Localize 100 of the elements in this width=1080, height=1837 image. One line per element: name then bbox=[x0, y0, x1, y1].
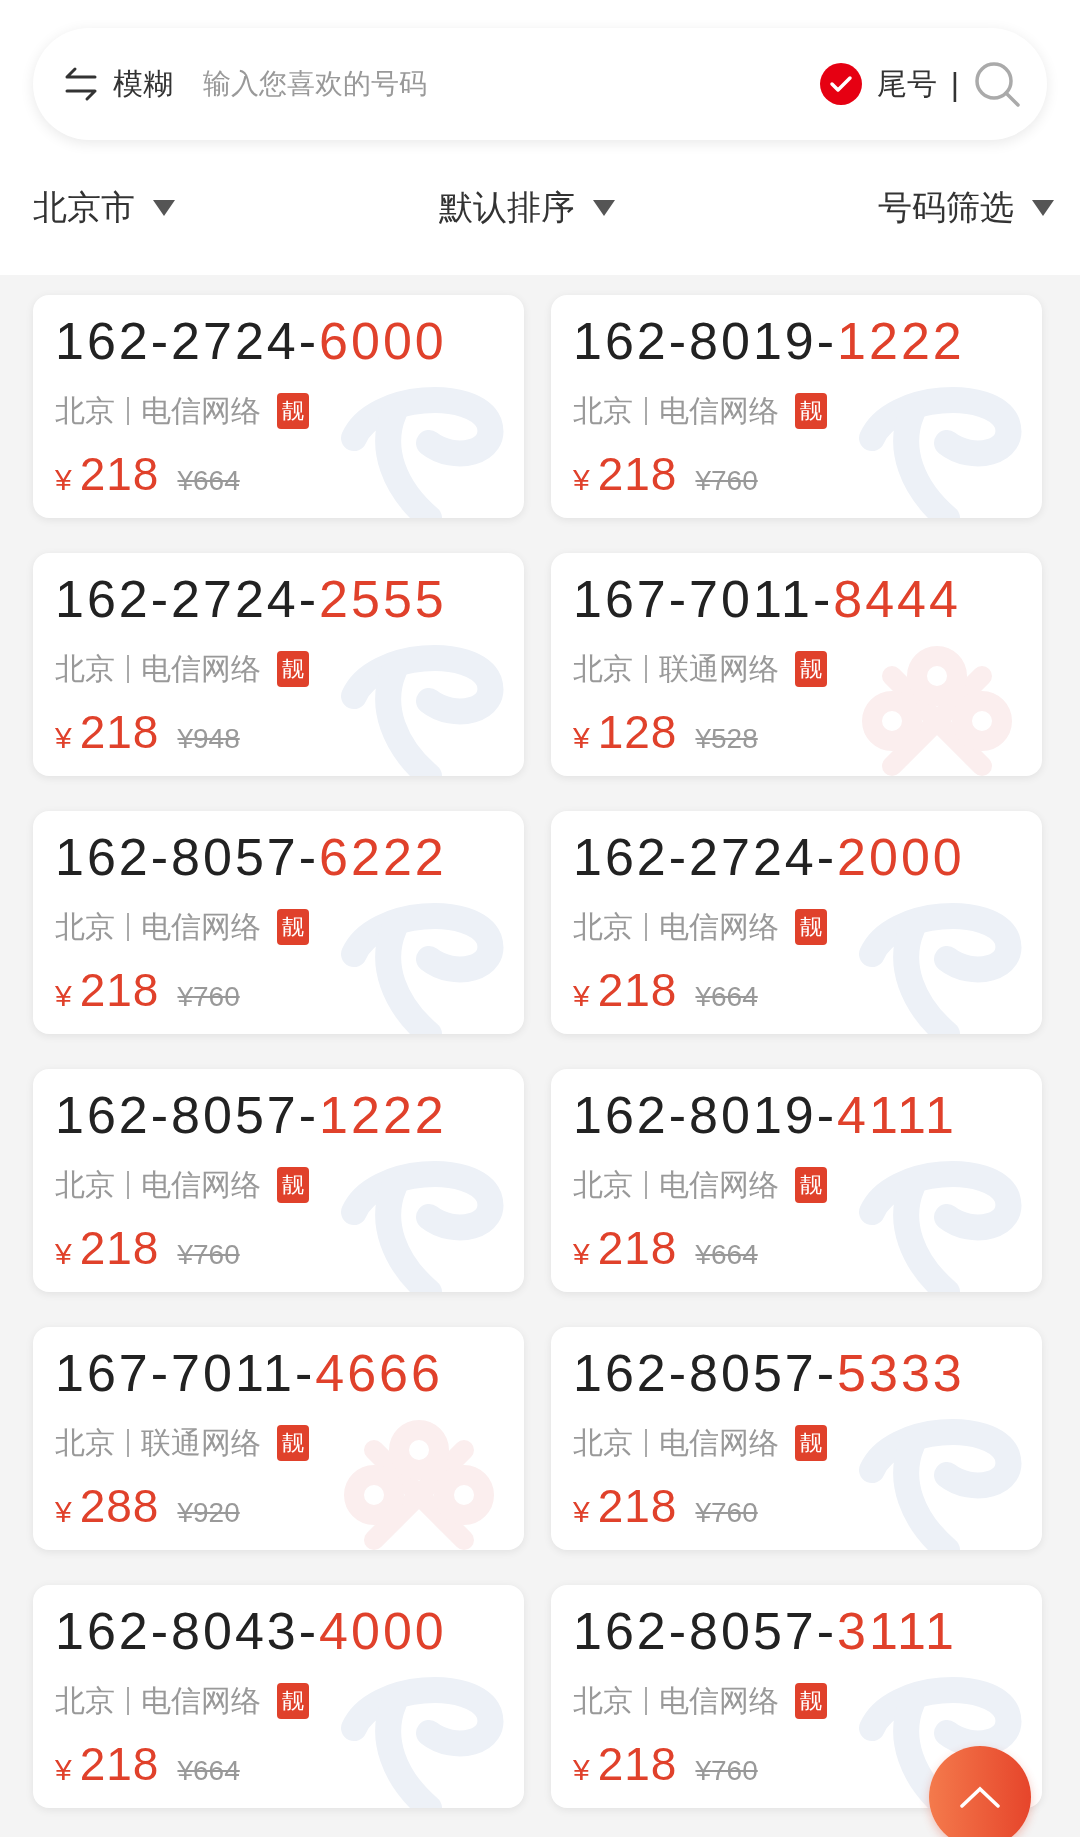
price: 218 bbox=[79, 963, 160, 1017]
caret-icon bbox=[1032, 199, 1054, 216]
network-label: 电信网络 bbox=[659, 392, 779, 429]
price: 218 bbox=[597, 1221, 678, 1275]
currency-symbol: ¥ bbox=[55, 979, 72, 1013]
price: 288 bbox=[79, 1479, 160, 1533]
network-label: 电信网络 bbox=[659, 1166, 779, 1203]
original-price: ¥664 bbox=[695, 1239, 758, 1271]
number-card[interactable]: 167-7011-4666 北京 联通网络 靓 ¥ 288 ¥920 bbox=[33, 1327, 524, 1550]
phone-number: 162-8057-6222 bbox=[55, 827, 448, 888]
price: 218 bbox=[597, 1737, 678, 1791]
number-card[interactable]: 162-2724-6000 北京 电信网络 靓 ¥ 218 ¥664 bbox=[33, 295, 524, 518]
city-label: 北京 bbox=[573, 1424, 633, 1461]
filter-dropdown[interactable]: 号码筛选 bbox=[878, 184, 1054, 231]
badge: 靓 bbox=[277, 393, 309, 429]
phone-number: 162-8019-4111 bbox=[573, 1085, 959, 1146]
tail-label: 尾号 bbox=[876, 65, 937, 102]
badge: 靓 bbox=[795, 1425, 827, 1461]
price: 218 bbox=[79, 1221, 160, 1275]
currency-symbol: ¥ bbox=[573, 1237, 590, 1271]
city-label: 北京 bbox=[55, 1682, 115, 1719]
network-label: 电信网络 bbox=[141, 1682, 261, 1719]
original-price: ¥948 bbox=[177, 723, 240, 755]
network-label: 电信网络 bbox=[141, 908, 261, 945]
city-label: 北京 bbox=[573, 1166, 633, 1203]
network-label: 联通网络 bbox=[659, 650, 779, 687]
currency-symbol: ¥ bbox=[55, 1753, 72, 1787]
currency-symbol: ¥ bbox=[55, 463, 72, 497]
currency-symbol: ¥ bbox=[573, 1495, 590, 1529]
phone-number: 162-2724-6000 bbox=[55, 311, 448, 372]
phone-number: 162-2724-2000 bbox=[573, 827, 966, 888]
separator: | bbox=[950, 65, 959, 103]
network-label: 电信网络 bbox=[141, 392, 261, 429]
swap-arrows-icon[interactable] bbox=[63, 66, 99, 102]
currency-symbol: ¥ bbox=[573, 979, 590, 1013]
number-card[interactable]: 162-2724-2555 北京 电信网络 靓 ¥ 218 ¥948 bbox=[33, 553, 524, 776]
price: 218 bbox=[79, 447, 160, 501]
price: 218 bbox=[597, 1479, 678, 1533]
filter-dropdown[interactable]: 默认排序 bbox=[438, 184, 615, 231]
checkbox[interactable] bbox=[818, 62, 863, 106]
phone-number: 162-2724-2555 bbox=[55, 569, 448, 630]
network-label: 电信网络 bbox=[659, 908, 779, 945]
phone-number: 162-8043-4000 bbox=[55, 1601, 448, 1662]
currency-symbol: ¥ bbox=[55, 1495, 72, 1529]
original-price: ¥760 bbox=[177, 981, 240, 1013]
city-label: 北京 bbox=[55, 650, 115, 687]
number-card[interactable]: 162-8057-1222 北京 电信网络 靓 ¥ 218 ¥760 bbox=[33, 1069, 524, 1292]
city-label: 北京 bbox=[573, 1682, 633, 1719]
number-card[interactable]: 162-8019-4111 北京 电信网络 靓 ¥ 218 ¥664 bbox=[551, 1069, 1042, 1292]
original-price: ¥920 bbox=[177, 1497, 240, 1529]
number-card[interactable]: 162-8057-6222 北京 电信网络 靓 ¥ 218 ¥760 bbox=[33, 811, 524, 1034]
caret-icon bbox=[592, 199, 615, 216]
original-price: ¥664 bbox=[695, 981, 758, 1013]
currency-symbol: ¥ bbox=[55, 1237, 72, 1271]
badge: 靓 bbox=[277, 1167, 309, 1203]
network-label: 电信网络 bbox=[141, 1166, 261, 1203]
badge: 靓 bbox=[277, 909, 309, 945]
number-card[interactable]: 167-7011-8444 北京 联通网络 靓 ¥ 128 ¥528 bbox=[551, 553, 1042, 776]
city-label: 北京 bbox=[573, 392, 633, 429]
number-card[interactable]: 162-8043-4000 北京 电信网络 靓 ¥ 218 ¥664 bbox=[33, 1585, 524, 1808]
city-label: 北京 bbox=[55, 908, 115, 945]
phone-number: 167-7011-4666 bbox=[55, 1343, 444, 1404]
phone-number: 162-8057-3111 bbox=[573, 1601, 959, 1662]
network-label: 联通网络 bbox=[141, 1424, 261, 1461]
original-price: ¥664 bbox=[177, 1755, 240, 1787]
currency-symbol: ¥ bbox=[573, 721, 590, 755]
price: 218 bbox=[79, 1737, 160, 1791]
phone-number: 162-8057-5333 bbox=[573, 1343, 966, 1404]
original-price: ¥760 bbox=[695, 1755, 758, 1787]
currency-symbol: ¥ bbox=[573, 1753, 590, 1787]
badge: 靓 bbox=[795, 1167, 827, 1203]
number-card[interactable]: 162-8057-3111 北京 电信网络 靓 ¥ 218 ¥760 bbox=[551, 1585, 1042, 1808]
number-card[interactable]: 162-8019-1222 北京 电信网络 靓 ¥ 218 ¥760 bbox=[551, 295, 1042, 518]
phone-number: 162-8019-1222 bbox=[573, 311, 966, 372]
chevron-up-icon bbox=[960, 1786, 1000, 1808]
network-label: 电信网络 bbox=[659, 1424, 779, 1461]
currency-symbol: ¥ bbox=[573, 463, 590, 497]
caret-icon bbox=[153, 199, 175, 216]
price: 218 bbox=[79, 705, 160, 759]
number-card[interactable]: 162-2724-2000 北京 电信网络 靓 ¥ 218 ¥664 bbox=[551, 811, 1042, 1034]
network-label: 电信网络 bbox=[659, 1682, 779, 1719]
city-label: 北京 bbox=[573, 908, 633, 945]
network-label: 电信网络 bbox=[141, 650, 261, 687]
badge: 靓 bbox=[795, 651, 827, 687]
price: 218 bbox=[597, 963, 678, 1017]
filter-dropdown[interactable]: 北京市 bbox=[33, 184, 175, 231]
city-label: 北京 bbox=[573, 650, 633, 687]
badge: 靓 bbox=[277, 1425, 309, 1461]
original-price: ¥760 bbox=[177, 1239, 240, 1271]
search-field[interactable]: 输入您喜欢的号码 bbox=[195, 68, 805, 100]
badge: 靓 bbox=[277, 1683, 309, 1719]
number-card[interactable]: 162-8057-5333 北京 电信网络 靓 ¥ 218 ¥760 bbox=[551, 1327, 1042, 1550]
original-price: ¥664 bbox=[177, 465, 240, 497]
currency-symbol: ¥ bbox=[55, 721, 72, 755]
original-price: ¥528 bbox=[695, 723, 758, 755]
city-label: 北京 bbox=[55, 1424, 115, 1461]
original-price: ¥760 bbox=[695, 465, 758, 497]
price: 128 bbox=[597, 705, 678, 759]
mode-label[interactable]: 模糊 bbox=[113, 63, 173, 105]
phone-number: 167-7011-8444 bbox=[573, 569, 962, 630]
